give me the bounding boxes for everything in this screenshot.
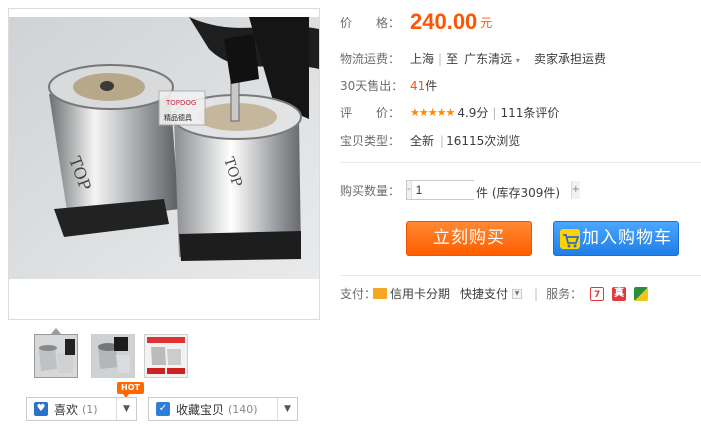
authentic-guarantee-icon[interactable]: 真 [612, 286, 627, 301]
rating-row: 评 价： ★★★★★ 4.9分 | 111条评价 [340, 104, 559, 121]
like-count: (1) [82, 402, 98, 416]
buy-now-button[interactable]: 立刻购买 [406, 221, 532, 256]
favorite-dropdown-chevron-icon[interactable]: ▼ [277, 398, 297, 420]
shipping-note: 卖家承担运费 [533, 52, 606, 66]
rating-score: 4.9分 [457, 106, 489, 120]
heart-icon: ♥ [34, 402, 48, 416]
thumbnail-strip [34, 334, 194, 382]
price-label: 价 格： [340, 15, 401, 30]
item-views: 16115次浏览 [446, 134, 521, 148]
thumbnail-2-image [92, 335, 134, 377]
price-value: 240.00 [410, 9, 478, 34]
shipping-label: 物流运费： [340, 52, 401, 66]
rating-stars-icon: ★★★★★ [410, 106, 455, 119]
favorite-button[interactable]: ✓ 收藏宝贝 (140) ▼ [148, 397, 298, 421]
thumbnail-3[interactable] [144, 334, 188, 378]
sales-count: 41 [410, 78, 426, 93]
hot-badge: HOT [117, 382, 144, 398]
product-photo: TOP TOP TOPDOG 精品德具 [9, 9, 319, 319]
thumbnail-2[interactable] [91, 334, 135, 378]
favorite-icon: ✓ [156, 402, 170, 416]
payment-installment-link[interactable]: 信用卡分期 [390, 285, 450, 302]
chevron-down-icon: ▾ [515, 56, 520, 65]
like-label: 喜欢 [54, 402, 79, 417]
stock-text: 件 (库存309件) [476, 186, 561, 200]
seven-day-return-icon[interactable]: 7 [590, 286, 605, 301]
main-product-image[interactable]: TOP TOP TOPDOG 精品德具 [8, 8, 320, 320]
item-type-divider: | [440, 133, 445, 148]
thumbnail-1[interactable] [34, 334, 78, 378]
price-row: 价 格： 240.00 元 [340, 9, 492, 35]
add-to-cart-label: 加入购物车 [582, 228, 672, 248]
sales-label: 30天售出： [340, 79, 404, 93]
rating-divider: | [492, 105, 497, 120]
section-divider-2 [340, 275, 701, 276]
shipping-separator: 至 [446, 52, 459, 66]
like-button[interactable]: ♥ 喜欢 (1) ▼ [26, 397, 137, 421]
item-condition: 全新 [410, 134, 435, 148]
payment-divider: | [534, 286, 539, 301]
quantity-label: 购买数量： [340, 184, 401, 198]
quantity-increase-button[interactable]: + [571, 181, 580, 199]
watermark-bottom: 精品德具 [164, 113, 192, 122]
payment-row: 支付： 信用卡分期 快捷支付 ▼ | 服务： 7 真 [340, 285, 649, 302]
quantity-row: 购买数量： [340, 182, 406, 199]
cart-icon-shape [563, 234, 580, 248]
section-divider [340, 162, 701, 163]
item-type-row: 宝贝类型： 全新 | 16115次浏览 [340, 132, 520, 149]
chevron-down-icon[interactable]: ▼ [512, 288, 523, 299]
stock-row: 件 (库存309件) [476, 184, 560, 201]
item-type-label: 宝贝类型： [340, 134, 401, 148]
shipping-separator-divider: | [438, 51, 443, 66]
add-to-cart-button[interactable]: 加入购物车 [553, 221, 679, 256]
price-unit: 元 [480, 15, 493, 30]
favorite-count: (140) [228, 402, 258, 416]
quantity-stepper: - + [406, 180, 580, 200]
sales-row: 30天售出： 41 件 [340, 77, 437, 94]
sales-unit: 件 [425, 79, 438, 93]
consumer-protection-icon[interactable] [634, 286, 649, 301]
watermark-top: TOPDOG [165, 99, 196, 107]
cart-icon [560, 229, 580, 249]
rating-reviews-link[interactable]: 111条评价 [500, 104, 559, 121]
shipping-to: 广东清远 [464, 52, 513, 66]
service-label: 服务： [546, 287, 583, 301]
rating-label: 评 价： [340, 106, 401, 120]
shipping-from: 上海 [410, 52, 435, 66]
payment-label: 支付： [340, 287, 377, 301]
shipping-destination-select[interactable]: 广东清远 ▾ [464, 50, 520, 67]
thumbnail-3-image [145, 335, 187, 377]
credit-card-icon [373, 288, 387, 299]
thumbnail-1-image [35, 335, 77, 377]
like-dropdown-chevron-icon[interactable]: ▼ [116, 398, 136, 420]
favorite-label: 收藏宝贝 [176, 402, 225, 417]
payment-quick-pay-link[interactable]: 快捷支付 [460, 285, 508, 302]
shipping-row: 物流运费： 上海 | 至 广东清远 ▾ 卖家承担运费 [340, 50, 606, 67]
